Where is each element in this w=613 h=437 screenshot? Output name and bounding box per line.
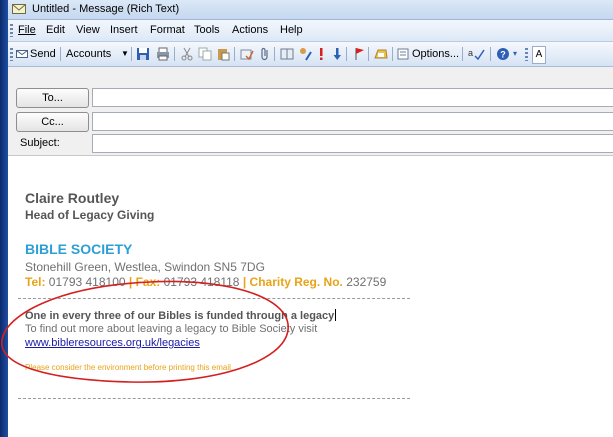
subject-label: Subject: <box>20 137 60 149</box>
signature-organization: BIBLE SOCIETY <box>25 241 133 257</box>
spelling-icon[interactable]: a <box>468 47 486 61</box>
toolbar-separator <box>274 47 275 61</box>
send-button[interactable]: Send <box>30 46 56 62</box>
follow-up-flag-icon[interactable] <box>352 47 366 61</box>
copy-icon[interactable] <box>198 47 212 61</box>
to-field[interactable] <box>92 88 613 107</box>
toolbar-separator <box>60 47 61 61</box>
help-icon[interactable]: ? <box>496 47 510 61</box>
annotation-ellipse <box>1 280 289 383</box>
menu-view[interactable]: View <box>76 24 100 36</box>
attach-file-icon[interactable] <box>258 47 272 61</box>
menu-format[interactable]: Format <box>150 24 185 36</box>
send-icon <box>16 50 28 58</box>
toolbar-options-arrow-icon[interactable]: ▾ <box>513 46 517 62</box>
toolbar-separator <box>392 47 393 61</box>
font-name-box[interactable]: A <box>532 46 546 64</box>
message-header: To... Cc... Subject: <box>8 67 613 156</box>
standard-toolbar: Send Accounts ▼ Options... a ? ▾ A <box>8 42 613 67</box>
menu-help[interactable]: Help <box>280 24 303 36</box>
toolbar-separator <box>368 47 369 61</box>
accounts-button[interactable]: Accounts <box>66 46 111 62</box>
menu-actions[interactable]: Actions <box>232 24 268 36</box>
accounts-dropdown-arrow-icon[interactable]: ▼ <box>121 46 129 62</box>
window-title: Untitled - Message (Rich Text) <box>32 3 180 15</box>
title-bar: Untitled - Message (Rich Text) <box>8 0 613 20</box>
svg-text:?: ? <box>500 50 506 60</box>
menu-edit[interactable]: Edit <box>46 24 65 36</box>
toolbar-separator <box>346 47 347 61</box>
svg-text:a: a <box>468 48 473 58</box>
paste-icon[interactable] <box>216 47 230 61</box>
signature-role: Head of Legacy Giving <box>25 208 155 222</box>
permission-icon[interactable] <box>374 47 388 61</box>
charity-value: 232759 <box>346 275 387 289</box>
signature-icon[interactable] <box>298 47 312 61</box>
importance-low-icon[interactable] <box>330 47 344 61</box>
toolbar-grip[interactable] <box>10 48 13 61</box>
menu-insert[interactable]: Insert <box>110 24 138 36</box>
toolbar-separator <box>131 47 132 61</box>
menu-bar: File Edit View Insert Format Tools Actio… <box>8 20 613 42</box>
save-icon[interactable] <box>136 47 150 61</box>
toolbar-grip[interactable] <box>525 48 528 61</box>
check-names-icon[interactable] <box>240 47 254 61</box>
to-button[interactable]: To... <box>16 88 89 108</box>
subject-field[interactable] <box>92 134 613 153</box>
options-button[interactable]: Options... <box>412 46 459 62</box>
toolbar-separator <box>490 47 491 61</box>
toolbar-separator <box>234 47 235 61</box>
cut-icon[interactable] <box>180 47 194 61</box>
print-icon[interactable] <box>156 47 170 61</box>
text-cursor <box>335 309 337 321</box>
toolbar-separator <box>462 47 463 61</box>
importance-high-icon[interactable] <box>314 47 328 61</box>
options-icon <box>397 48 409 60</box>
address-book-icon[interactable] <box>280 47 294 61</box>
signature-name: Claire Routley <box>25 190 120 206</box>
menu-tools[interactable]: Tools <box>194 24 220 36</box>
toolbar-separator <box>174 47 175 61</box>
cc-button[interactable]: Cc... <box>16 112 89 132</box>
menu-grip[interactable] <box>10 24 13 37</box>
menu-file[interactable]: File <box>18 24 36 36</box>
message-envelope-icon <box>12 4 26 14</box>
cc-field[interactable] <box>92 112 613 131</box>
